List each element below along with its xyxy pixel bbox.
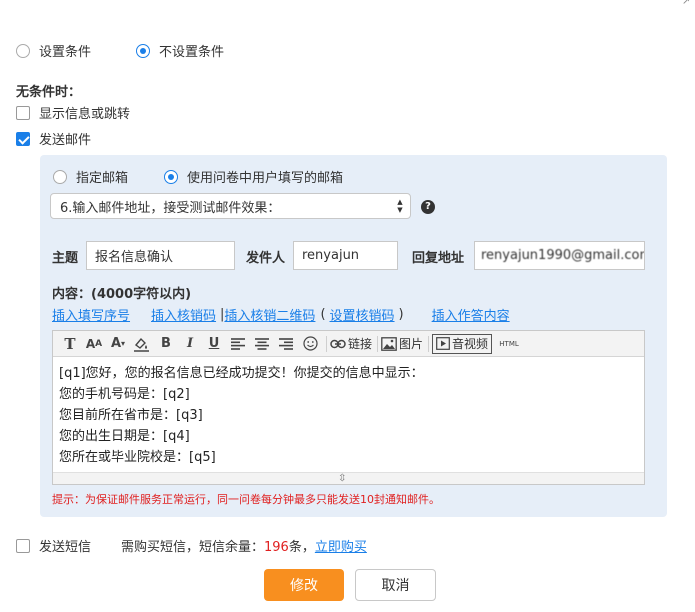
reply-address-value: renyajun1990@gmail.com: [481, 248, 645, 263]
paren-open: (: [320, 307, 326, 322]
italic-icon[interactable]: I: [179, 333, 201, 355]
link-button[interactable]: 链接: [330, 333, 372, 355]
link-icon: [330, 339, 346, 349]
font-color-icon[interactable]: A ▾: [107, 333, 129, 355]
no-condition-title: 无条件时：: [16, 85, 82, 100]
content-label: 内容：(4000字符以内): [52, 287, 192, 302]
email-body-line: 您的出生日期是：[q4]: [59, 429, 190, 444]
toolbar-separator: [326, 335, 327, 352]
reply-address-label: 回复地址: [412, 251, 465, 266]
question-circle-icon[interactable]: ?: [421, 200, 435, 214]
video-icon: [436, 337, 450, 350]
email-tip: 提示：为保证邮件服务正常运行，同一问卷每分钟最多只能发送10封通知邮件。: [52, 493, 440, 506]
image-icon: [381, 336, 397, 351]
image-button-label: 图片: [399, 337, 424, 351]
send-email-checkbox[interactable]: [16, 131, 30, 146]
show-info-option[interactable]: 显示信息或跳转: [16, 103, 130, 122]
sms-unit: 条，: [288, 540, 315, 555]
font-family-icon[interactable]: T: [59, 333, 81, 355]
bold-icon[interactable]: B: [155, 333, 177, 355]
email-body-line: 您目前所在省市是：[q3]: [59, 408, 203, 423]
sender-input[interactable]: renyajun: [293, 241, 398, 270]
sms-info-prefix: 需购买短信，短信余量：: [121, 540, 265, 555]
insert-links-row: 插入填写序号 插入核销码 | 插入核销二维码 ( 设置核销码 ) 插入作答内容: [52, 305, 510, 324]
cancel-button[interactable]: 取消: [355, 569, 436, 601]
email-body-line: 您的手机号码是：[q2]: [59, 387, 190, 402]
recipient-option-specified[interactable]: 指定邮箱: [53, 167, 128, 186]
email-body-line: 您所在或毕业院校是：[q5]: [59, 450, 216, 465]
reply-address-input[interactable]: renyajun1990@gmail.com: [474, 241, 645, 270]
video-button-label: 音视频: [452, 337, 489, 351]
email-question-select[interactable]: 6.输入邮件地址，接受测试邮件效果： ▲ ▼: [50, 193, 411, 219]
align-left-icon[interactable]: [227, 333, 249, 355]
toolbar-separator: [428, 335, 430, 352]
insert-code-link[interactable]: 插入核销码: [151, 305, 216, 324]
email-body-line: [q1]您好，您的报名信息已经成功提交！你提交的信息中显示：: [59, 366, 424, 381]
align-right-icon[interactable]: [275, 333, 297, 355]
send-email-option[interactable]: 发送邮件: [16, 129, 91, 148]
subject-label: 主题: [52, 251, 79, 266]
editor-toolbar: T AA A ▾ B I U 链接 图片 音视频 HTML: [53, 331, 644, 357]
send-email-label: 发送邮件: [39, 133, 92, 148]
condition-option-label: 设置条件: [39, 45, 92, 60]
toolbar-separator: [377, 335, 379, 352]
send-sms-option[interactable]: 发送短信: [16, 536, 91, 555]
video-button[interactable]: 音视频: [432, 333, 493, 354]
send-sms-checkbox[interactable]: [16, 538, 30, 553]
email-body-editor[interactable]: T AA A ▾ B I U 链接 图片 音视频 HTML [q1]您好，您的报…: [52, 330, 645, 485]
sms-remaining-count: 196: [264, 540, 289, 555]
send-sms-label: 发送短信: [39, 540, 92, 555]
resize-icon: ⇳: [338, 473, 347, 484]
condition-option-set[interactable]: 设置条件: [16, 41, 91, 60]
corner-arrow-icon: ↗: [682, 0, 691, 7]
save-button[interactable]: 修改: [264, 569, 344, 601]
radio-set-condition[interactable]: [16, 43, 30, 58]
align-center-icon[interactable]: [251, 333, 273, 355]
font-size-icon[interactable]: AA: [83, 333, 105, 355]
recipient-option-label: 指定邮箱: [76, 171, 129, 186]
show-info-checkbox[interactable]: [16, 105, 30, 120]
buy-sms-link[interactable]: 立即购买: [315, 540, 367, 555]
sender-value: renyajun: [302, 248, 360, 263]
link-button-label: 链接: [348, 337, 373, 351]
html-source-button[interactable]: HTML: [498, 333, 520, 355]
editor-resize-handle[interactable]: ⇳: [53, 472, 644, 484]
image-button[interactable]: 图片: [381, 333, 423, 355]
subject-value: 报名信息确认: [95, 250, 174, 265]
insert-answer-link[interactable]: 插入作答内容: [432, 305, 510, 324]
select-arrows-icon: ▲ ▼: [397, 198, 403, 214]
radio-no-condition[interactable]: [136, 43, 150, 58]
radio-specified-email[interactable]: [53, 169, 67, 184]
subject-input[interactable]: 报名信息确认: [86, 241, 235, 270]
condition-option-none[interactable]: 不设置条件: [136, 41, 224, 60]
email-body-content[interactable]: [q1]您好，您的报名信息已经成功提交！你提交的信息中显示： 您的手机号码是：[…: [59, 363, 639, 468]
recipient-option-label: 使用问卷中用户填写的邮箱: [187, 171, 344, 186]
recipient-option-from-survey[interactable]: 使用问卷中用户填写的邮箱: [164, 167, 343, 186]
insert-field-link[interactable]: 插入填写序号: [52, 305, 130, 324]
email-question-select-value: 6.输入邮件地址，接受测试邮件效果：: [60, 200, 281, 216]
sms-balance-info: 需购买短信，短信余量：196条，立即购买: [121, 536, 367, 555]
paren-close: ): [398, 307, 404, 322]
set-code-link[interactable]: 设置核销码: [330, 305, 395, 324]
highlight-color-icon[interactable]: [131, 333, 153, 355]
emoji-icon[interactable]: [299, 333, 321, 355]
sender-label: 发件人: [246, 251, 286, 266]
underline-icon[interactable]: U: [203, 333, 225, 355]
radio-survey-email[interactable]: [164, 169, 178, 184]
condition-option-label: 不设置条件: [159, 45, 225, 60]
insert-qr-link[interactable]: 插入核销二维码: [224, 305, 315, 324]
show-info-label: 显示信息或跳转: [39, 107, 131, 122]
